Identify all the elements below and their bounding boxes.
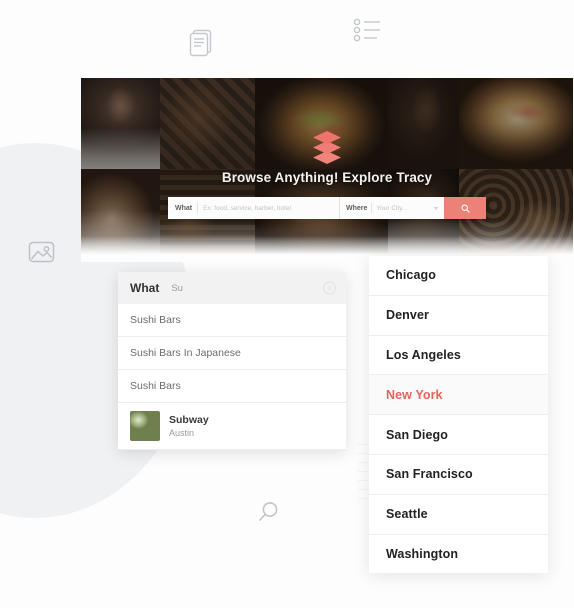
list-icon <box>352 16 384 44</box>
where-placeholder: Your City... <box>376 204 408 212</box>
suggestion-item[interactable]: Sushi Bars In Japanese <box>118 337 346 370</box>
city-list-item[interactable]: Seattle <box>369 495 548 535</box>
suggestion-business-item[interactable]: Subway Austin <box>118 403 346 450</box>
city-list-item[interactable]: San Diego <box>369 415 548 455</box>
city-list-item[interactable]: San Francisco <box>369 455 548 495</box>
suggestions-header: What Su <box>118 272 346 304</box>
search-submit-button[interactable] <box>444 197 486 219</box>
suggestions-query-text: Su <box>171 282 183 294</box>
search-icon <box>256 500 280 524</box>
where-field[interactable]: Where Your City... <box>340 197 444 219</box>
clear-circle-icon[interactable] <box>323 281 336 295</box>
hero-banner: Browse Anything! Explore Tracy What Ex: … <box>81 78 573 260</box>
business-thumbnail <box>130 411 160 441</box>
city-list-item[interactable]: Denver <box>369 296 548 336</box>
panel-edge-artifact <box>358 444 368 500</box>
suggestions-header-label: What <box>130 281 160 295</box>
document-icon <box>188 28 214 58</box>
what-field[interactable]: What Ex: food, service, barber, hotel <box>168 197 340 219</box>
city-list-item[interactable]: Washington <box>369 535 548 574</box>
image-icon <box>28 240 55 265</box>
hero-search-bar[interactable]: What Ex: food, service, barber, hotel Wh… <box>168 197 486 219</box>
business-location: Austin <box>169 428 195 438</box>
suggestion-item[interactable]: Sushi Bars <box>118 304 346 337</box>
field-divider <box>371 203 373 213</box>
suggestion-item[interactable]: Sushi Bars <box>118 370 346 403</box>
what-placeholder: Ex: food, service, barber, hotel <box>203 204 291 212</box>
city-list-item-selected[interactable]: New York <box>369 375 548 416</box>
business-name: Subway <box>169 414 209 426</box>
city-list-item[interactable]: Los Angeles <box>369 336 548 376</box>
layers-logo <box>307 130 347 164</box>
placeholder-icon-row <box>0 0 574 78</box>
city-list-panel: Chicago Denver Los Angeles New York San … <box>369 256 548 574</box>
field-divider <box>197 203 199 213</box>
what-label: What <box>175 204 193 212</box>
chevron-down-icon[interactable] <box>434 206 438 210</box>
what-suggestions-panel: What Su Sushi Bars Sushi Bars In Japanes… <box>118 272 346 450</box>
where-label: Where <box>346 204 368 212</box>
hero-title: Browse Anything! Explore Tracy <box>221 170 433 185</box>
city-list-item[interactable]: Chicago <box>369 256 548 296</box>
